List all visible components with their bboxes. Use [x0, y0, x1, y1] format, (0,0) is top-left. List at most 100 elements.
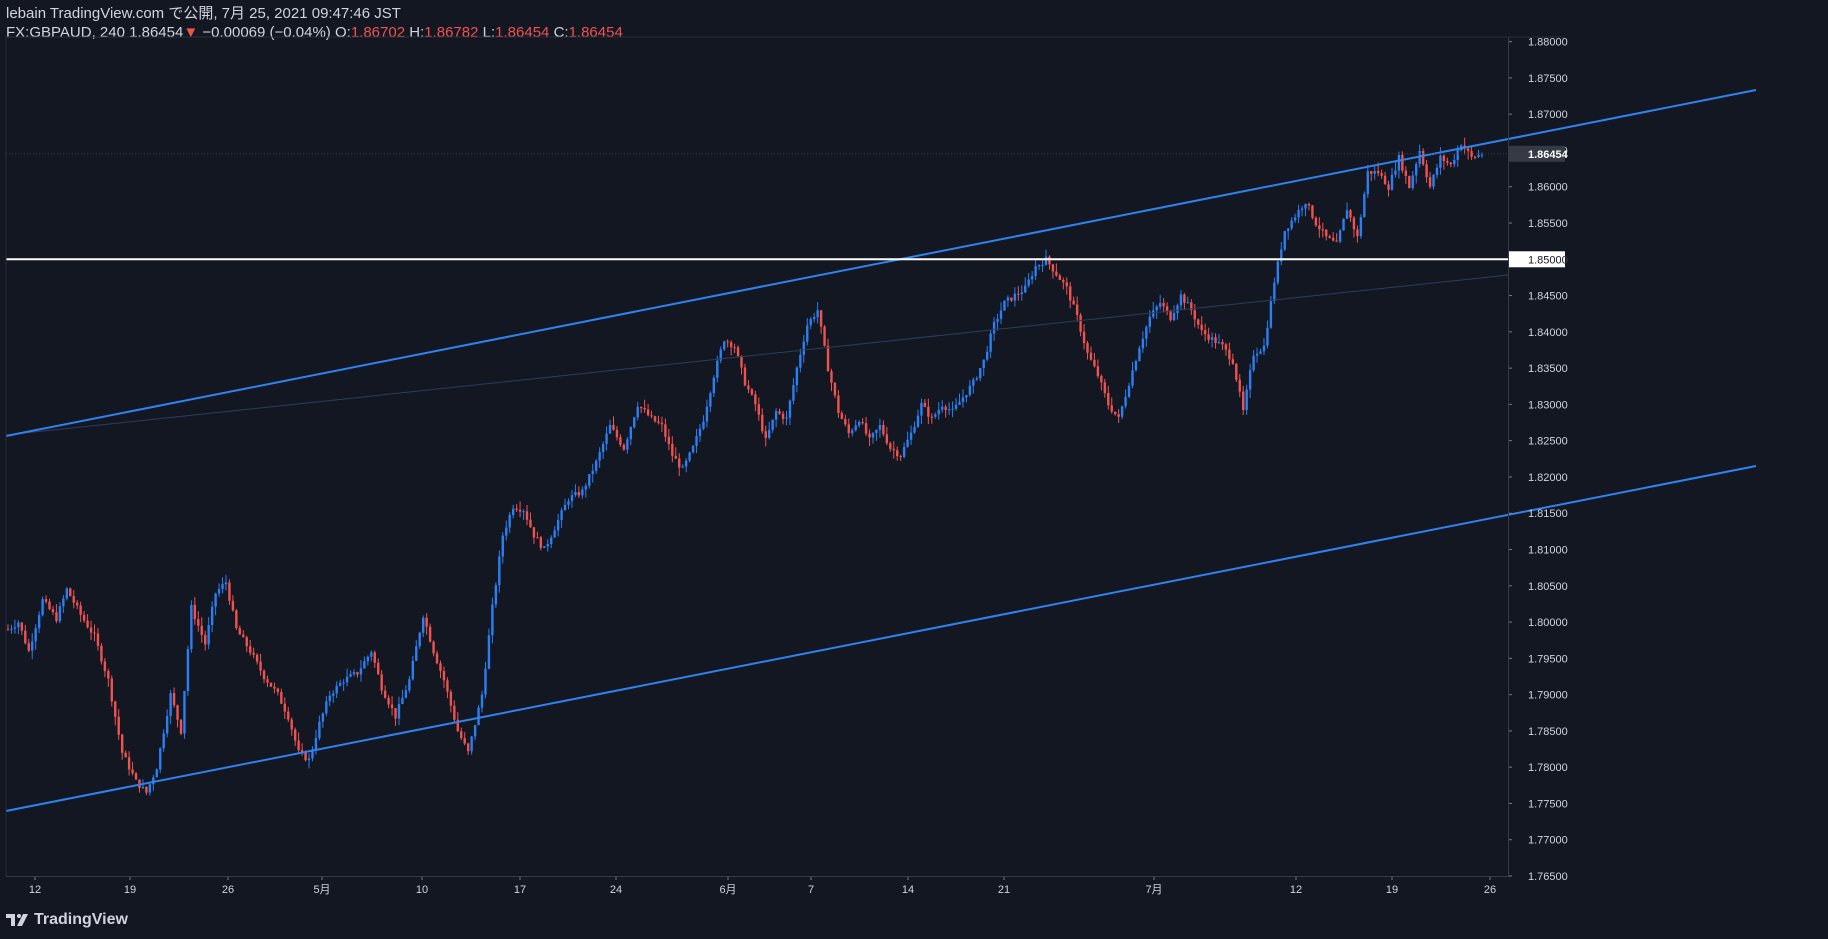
- price-tick-label: 1.84500: [1528, 291, 1568, 303]
- candle-body: [107, 671, 110, 679]
- candle-body: [1169, 310, 1172, 321]
- candle-body: [415, 646, 418, 661]
- candle-body: [830, 371, 833, 383]
- candle-body: [179, 719, 183, 734]
- candle-body: [916, 415, 920, 427]
- candle-body: [646, 409, 650, 416]
- candle-body: [1183, 294, 1186, 303]
- candle-body: [397, 704, 401, 719]
- candle-body: [266, 679, 269, 683]
- candle-body: [245, 637, 248, 647]
- candle-body: [276, 688, 280, 693]
- candle-body: [44, 599, 48, 602]
- candle-body: [795, 367, 799, 386]
- candle-body: [408, 679, 411, 691]
- candle-body: [491, 604, 494, 636]
- candle-body: [20, 622, 24, 631]
- candle-body: [480, 694, 484, 708]
- candle-body: [1141, 338, 1145, 349]
- candle-body: [62, 598, 65, 607]
- candle-body: [788, 400, 792, 418]
- candle-body: [65, 588, 69, 599]
- candle-body: [1335, 240, 1338, 242]
- candle-body: [1235, 363, 1238, 380]
- candle-body: [1203, 330, 1207, 335]
- candle-body: [76, 602, 79, 606]
- candle-body: [1318, 225, 1321, 230]
- candle-body: [823, 326, 826, 346]
- candle-body: [1380, 173, 1383, 176]
- candle-body: [1197, 319, 1200, 325]
- candle-body: [1165, 306, 1169, 311]
- candle-body: [546, 544, 549, 547]
- candle-body: [394, 708, 397, 719]
- candle-body: [1107, 393, 1110, 406]
- candle-body: [567, 501, 570, 505]
- candle-body: [1376, 171, 1380, 174]
- candle-body: [148, 784, 152, 793]
- candle-body: [1065, 282, 1068, 287]
- candle-body: [1456, 150, 1459, 160]
- candle-body: [131, 769, 134, 774]
- candle-body: [761, 414, 764, 432]
- candle-body: [660, 422, 664, 425]
- candle-body: [878, 424, 882, 430]
- candle-body: [141, 786, 145, 789]
- candle-body: [764, 431, 767, 438]
- candle-body: [518, 509, 522, 512]
- candle-body: [259, 661, 262, 671]
- candle-body: [691, 445, 695, 453]
- drawings-layer: [5, 89, 1757, 812]
- candle-body: [543, 546, 546, 548]
- candle-body: [723, 341, 726, 350]
- candle-body: [799, 354, 802, 368]
- price-chart[interactable]: 1.880001.875001.870001.865001.860001.855…: [0, 0, 1828, 939]
- candle-body: [1397, 154, 1401, 171]
- candle-body: [992, 321, 996, 334]
- candle-body: [31, 641, 34, 651]
- candle-body: [1370, 171, 1373, 174]
- candle-body: [1228, 349, 1231, 360]
- candle-body: [1082, 331, 1086, 344]
- candle-body: [1311, 205, 1314, 218]
- price-tick-label: 1.85500: [1528, 218, 1568, 230]
- candle-body: [418, 632, 421, 647]
- candle-body: [1017, 293, 1020, 295]
- candle-body: [176, 705, 179, 720]
- time-axis[interactable]: 12 19 26 5月 10 17 24 6月 7 14 21 7月 12 19 26: [29, 876, 1496, 896]
- candle-body: [477, 707, 480, 726]
- candle-body: [1041, 264, 1044, 266]
- candle-body: [1138, 348, 1141, 362]
- candle-body: [242, 634, 245, 638]
- candle-body: [844, 418, 847, 425]
- candle-body: [34, 628, 37, 642]
- candle-body: [716, 360, 719, 378]
- candle-body: [913, 426, 916, 433]
- candle-body: [1290, 220, 1293, 229]
- price-tick-label: 1.77000: [1528, 835, 1568, 847]
- candle-body: [377, 662, 380, 675]
- candle-body: [840, 413, 844, 419]
- candle-body: [210, 606, 214, 626]
- candle-body: [837, 395, 840, 414]
- candle-body: [159, 748, 162, 770]
- candle-body: [484, 668, 487, 695]
- candle-body: [757, 404, 761, 415]
- candle-body: [1432, 175, 1435, 187]
- candle-body: [255, 654, 259, 662]
- price-tick-label: 1.87500: [1528, 73, 1568, 85]
- candle-body: [1387, 184, 1390, 190]
- candle-body: [10, 628, 13, 630]
- price-tick-label: 1.88000: [1528, 37, 1568, 49]
- candle-body: [366, 656, 370, 662]
- candle-body: [1210, 337, 1214, 340]
- candle-body: [207, 625, 210, 645]
- price-tick-label: 1.78000: [1528, 762, 1568, 774]
- candle-body: [1100, 376, 1103, 383]
- candle-body: [653, 416, 657, 422]
- price-axis[interactable]: 1.880001.875001.870001.865001.860001.855…: [1508, 37, 1569, 883]
- candle-body: [338, 683, 342, 686]
- candle-body: [688, 452, 691, 461]
- price-tick-label: 1.81500: [1528, 508, 1568, 520]
- candle-body: [743, 367, 747, 386]
